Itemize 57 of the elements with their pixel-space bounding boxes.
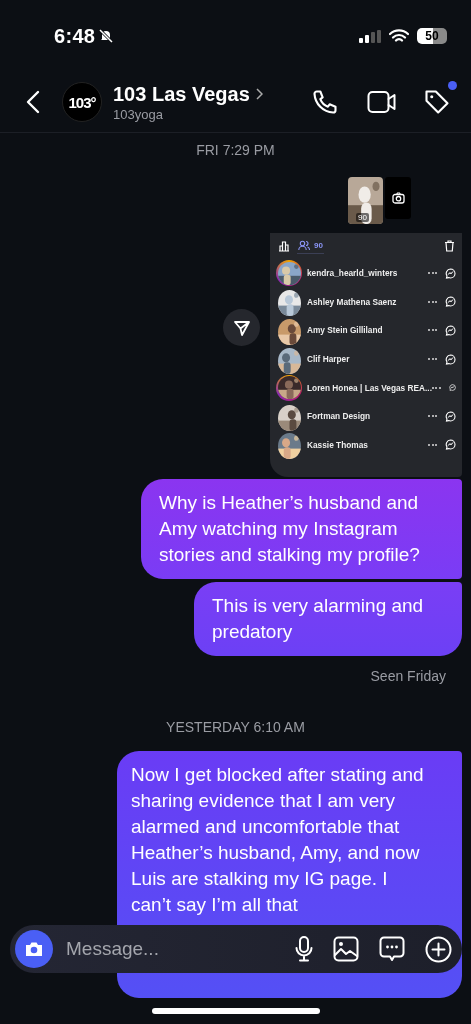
camera-button[interactable] xyxy=(15,930,53,968)
messenger-icon[interactable] xyxy=(445,410,456,422)
story-thumbnail[interactable]: 90 xyxy=(348,177,383,224)
add-icon[interactable] xyxy=(425,935,452,963)
back-button[interactable] xyxy=(26,90,40,114)
microphone-icon[interactable] xyxy=(295,936,313,962)
avatar-frame[interactable] xyxy=(276,403,302,430)
avatar-frame[interactable] xyxy=(276,346,302,373)
video-camera-icon[interactable] xyxy=(367,89,397,115)
avatar-frame[interactable] xyxy=(276,317,302,344)
message-bubble: This is very alarming and predatory xyxy=(194,582,462,656)
signal-icon xyxy=(359,29,381,43)
clock-time: 6:48 xyxy=(54,24,96,48)
chevron-icon xyxy=(255,88,263,100)
viewer-name[interactable]: Fortman Design xyxy=(307,411,428,422)
viewer-name[interactable]: Loren Honea | Las Vegas REA... xyxy=(307,382,432,393)
viewer-name[interactable]: kendra_hearld_winters xyxy=(307,268,428,279)
share-button[interactable] xyxy=(223,309,260,346)
avatar-frame[interactable] xyxy=(276,288,302,315)
avatar-frame[interactable] xyxy=(276,431,302,458)
viewers-tab[interactable]: 90 xyxy=(297,238,324,254)
messenger-icon[interactable] xyxy=(448,382,456,394)
tag-icon[interactable] xyxy=(423,88,451,116)
message-bubble: Why is Heather’s husband and Amy watching my Instagram stories and stalking my profile? xyxy=(141,479,462,579)
people-icon xyxy=(298,240,310,251)
viewer-name[interactable]: Ashley Mathena Saenz xyxy=(307,296,428,307)
messenger-icon[interactable] xyxy=(445,439,456,451)
seen-status: Seen Friday xyxy=(370,668,446,684)
send-icon xyxy=(232,318,251,337)
camera-icon xyxy=(391,192,405,204)
battery-level: 50 xyxy=(417,28,447,44)
date-label: FRI 7:29 PM xyxy=(196,142,275,158)
viewer-name[interactable]: Kassie Thomas xyxy=(307,439,428,450)
date-label: YESTERDAY 6:10 AM xyxy=(166,719,305,735)
story-ring[interactable] xyxy=(276,260,302,287)
profile-avatar[interactable]: 103° xyxy=(62,82,102,122)
bar-chart-icon xyxy=(278,239,290,252)
phone-icon[interactable] xyxy=(311,88,339,116)
camera-box[interactable] xyxy=(385,177,411,219)
username: 103yoga xyxy=(113,106,164,122)
viewer-name[interactable]: Amy Stein Gilliland xyxy=(307,325,428,336)
message-composer[interactable]: Message... xyxy=(10,925,462,973)
messenger-icon[interactable] xyxy=(445,325,456,336)
messenger-icon[interactable] xyxy=(445,353,456,365)
messenger-icon[interactable] xyxy=(445,296,456,308)
viewer-name[interactable]: Clif Harper xyxy=(307,354,428,365)
messenger-icon[interactable] xyxy=(445,267,456,279)
image-icon[interactable] xyxy=(333,936,359,962)
trash-icon[interactable] xyxy=(444,240,455,252)
contact-name[interactable]: 103 Las Vegas xyxy=(113,82,250,106)
wifi-icon xyxy=(389,29,409,43)
view-count: 90 xyxy=(356,213,369,222)
chat-bubble-icon[interactable] xyxy=(379,936,405,962)
back-icon xyxy=(26,90,40,114)
message-field[interactable]: Message... xyxy=(66,932,287,966)
camera-icon xyxy=(24,940,44,958)
story-ring[interactable] xyxy=(276,374,302,401)
